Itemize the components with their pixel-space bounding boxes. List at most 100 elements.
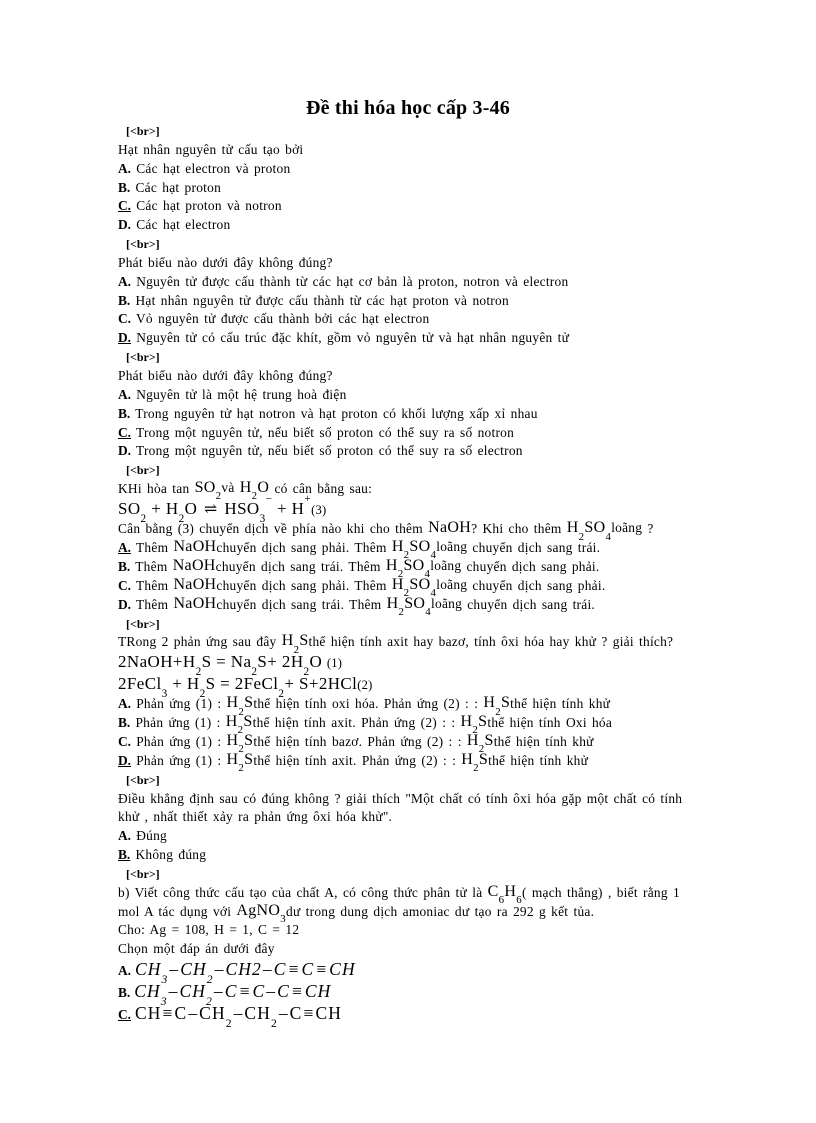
br-separator: [<br>] xyxy=(126,350,160,365)
question-stem: Phát biểu nào dưới đây không đúng? xyxy=(118,367,333,383)
question-stem: Hạt nhân nguyên tử cấu tạo bởi xyxy=(118,141,304,157)
answer-option[interactable]: A. Các hạt electron và proton xyxy=(118,160,766,179)
option-letter: B. xyxy=(118,179,131,195)
formula-so2: SO2và xyxy=(194,479,235,503)
question-stem: b) Viết công thức cấu tạo của chất A, có… xyxy=(118,882,680,906)
option-text: Vỏ nguyên tử được cấu thành bởi các hạt … xyxy=(136,311,430,327)
formula-h2s: H2S xyxy=(281,632,309,656)
option-letter: B. xyxy=(118,715,131,731)
option-text: Nguyên tử là một hệ trung hoà điện xyxy=(136,386,347,402)
answer-option[interactable]: B. Thêm NaOHchuyển dịch sang trái. Thêm … xyxy=(118,557,766,580)
formula-h2s: H2S xyxy=(226,731,254,756)
answer-option[interactable]: C. Thêm NaOHchuyển dịch sang phải. Thêm … xyxy=(118,575,766,600)
equilibrium-arrow-icon: ⇌ xyxy=(203,500,218,518)
br-separator: [<br>] xyxy=(126,124,160,138)
answer-option[interactable]: B. CH3–CH2–C≡C–C≡CH xyxy=(118,981,766,1008)
answer-option[interactable]: B. Hạt nhân nguyên tử được cấu thành từ … xyxy=(118,292,766,311)
given-values: Cho: Ag = 108, H = 1, C = 12 xyxy=(118,922,300,938)
question-stem: KHi hòa tan SO2và H2O có cân bằng sau: xyxy=(118,479,766,503)
answer-option[interactable]: D. Các hạt electron xyxy=(118,216,766,235)
option-text: Không đúng xyxy=(135,847,207,863)
answer-option[interactable]: A. Nguyên tử là một hệ trung hoà điện xyxy=(118,386,766,405)
formula-h2so4: H2SO4loãng xyxy=(386,594,463,618)
option-letter: B. xyxy=(118,292,131,308)
br-separator: [<br>] xyxy=(126,463,160,478)
option-text: Nguyên tử có cấu trúc đặc khít, gồm vỏ n… xyxy=(136,330,570,346)
answer-option[interactable]: D. Nguyên tử có cấu trúc đặc khít, gồm v… xyxy=(118,329,766,348)
option-letter: B. xyxy=(118,847,131,863)
option-letter: D. xyxy=(118,752,132,768)
stem-suffix: có cân bằng sau: xyxy=(274,481,373,497)
formula-agno3: AgNO3 xyxy=(236,901,287,925)
br-separator: [<br>] xyxy=(126,616,160,631)
answer-option[interactable]: A. Phản ứng (1) : H2Sthể hiện tính oxi h… xyxy=(118,694,766,718)
formula-naoh: NaOH xyxy=(173,538,217,556)
document-body: [<br>] Hạt nhân nguyên tử cấu tạo bởi A.… xyxy=(118,122,766,1030)
option-text: Hạt nhân nguyên tử được cấu thành từ các… xyxy=(135,292,509,308)
stem-prefix: KHi hòa tan xyxy=(118,481,195,497)
option-letter: B. xyxy=(118,985,131,1001)
answer-option[interactable]: A. Đúng xyxy=(118,827,766,846)
answer-option[interactable]: A. Thêm NaOHchuyển dịch sang phải. Thêm … xyxy=(118,538,766,562)
option-letter: A. xyxy=(118,696,132,712)
formula-naoh: NaOH xyxy=(173,594,217,612)
option-letter: A. xyxy=(118,963,132,979)
formula-c6h6: C6H6 xyxy=(487,882,522,906)
option-text: Các hạt proton và notron xyxy=(136,198,282,214)
formula-h2s: H2S xyxy=(466,731,494,756)
answer-option[interactable]: B. Trong nguyên tử hạt notron và hạt pro… xyxy=(118,405,766,424)
option-text: Trong một nguyên tử, nếu biết số proton … xyxy=(136,443,523,459)
formula-h2s: H2S xyxy=(461,750,489,775)
formula-h2so4: H2SO4loãng xyxy=(391,538,468,562)
option-text: Nguyên tử được cấu thành từ các hạt cơ b… xyxy=(136,273,569,289)
formula-h2s: H2S xyxy=(226,694,254,718)
option-text: Các hạt proton xyxy=(135,179,222,195)
formula-h2s: H2S xyxy=(226,750,254,775)
option-text: Trong một nguyên tử, nếu biết số proton … xyxy=(136,424,515,440)
option-letter: A. xyxy=(118,160,132,176)
br-separator: [<br>] xyxy=(126,866,160,881)
question-stem: TRong 2 phản ứng sau đây H2Sthể hiện tín… xyxy=(118,632,674,656)
equation-fecl3-h2s: 2FeCl3 + H2S = 2FeCl2+ S+2HCl(2) xyxy=(118,673,373,700)
formula-h2s: H2S xyxy=(483,694,511,718)
answer-option[interactable]: C. Trong một nguyên tử, nếu biết số prot… xyxy=(118,424,766,443)
formula-h2so4: H2SO4loãng xyxy=(566,519,643,543)
option-letter: B. xyxy=(118,405,131,421)
answer-option[interactable]: D. Thêm NaOHchuyển dịch sang trái. Thêm … xyxy=(118,594,766,618)
answer-option[interactable]: B. Phản ứng (1) : H2Sthể hiện tính axit.… xyxy=(118,713,766,737)
answer-option[interactable]: C. Phản ứng (1) : H2Sthể hiện tính bazơ.… xyxy=(118,731,766,756)
option-letter: C. xyxy=(118,424,132,440)
formula-h2so4: H2SO4loãng xyxy=(391,575,468,600)
formula-h2s: H2S xyxy=(460,713,488,737)
instruction-text: Chọn một đáp án dưới đây xyxy=(118,941,275,957)
equation-so2-h2o: SO2 + H2O ⇌ HSO3− + H+(3) xyxy=(118,492,327,525)
answer-option[interactable]: C. Vỏ nguyên tử được cấu thành bởi các h… xyxy=(118,310,766,329)
question-stem-cont: khử , nhất thiết xảy ra phản ứng ôxi hóa… xyxy=(118,809,393,825)
formula-naoh: NaOH xyxy=(428,519,472,537)
document-page: Đề thi hóa học cấp 3-46 [<br>] Hạt nhân … xyxy=(0,0,816,1123)
question-stem: Phát biểu nào dưới đây không đúng? xyxy=(118,254,333,270)
option-letter: C. xyxy=(118,577,132,593)
br-separator: [<br>] xyxy=(126,237,160,252)
question-ask: Cân bằng (3) chuyển dịch về phía nào khi… xyxy=(118,519,654,543)
answer-option[interactable]: C. Các hạt proton và notron xyxy=(118,197,766,216)
option-letter: D. xyxy=(118,217,132,233)
option-letter: D. xyxy=(118,443,132,459)
option-letter: A. xyxy=(118,273,132,289)
answer-option[interactable]: A. Nguyên tử được cấu thành từ các hạt c… xyxy=(118,273,766,292)
answer-option[interactable]: B. Không đúng xyxy=(118,846,766,865)
option-letter: C. xyxy=(118,311,132,327)
page-title: Đề thi hóa học cấp 3-46 xyxy=(305,97,511,119)
option-letter: A. xyxy=(118,540,132,556)
answer-option[interactable]: B. Các hạt proton xyxy=(118,179,766,198)
option-letter: A. xyxy=(118,386,132,402)
answer-option[interactable]: D. Trong một nguyên tử, nếu biết số prot… xyxy=(118,442,766,461)
option-text: Các hạt electron và proton xyxy=(136,160,291,176)
answer-option[interactable]: D. Phản ứng (1) : H2Sthể hiện tính axit.… xyxy=(118,750,766,775)
option-text: Trong nguyên tử hạt notron và hạt proton… xyxy=(135,405,538,421)
option-letter: D. xyxy=(118,596,132,612)
answer-option[interactable]: A. CH3–CH2–CH2–C≡C≡CH xyxy=(118,959,766,986)
option-letter: B. xyxy=(118,559,131,575)
option-letter: C. xyxy=(118,198,132,214)
answer-option[interactable]: C. CH≡C–CH2–CH2–C≡CH xyxy=(118,1003,766,1030)
